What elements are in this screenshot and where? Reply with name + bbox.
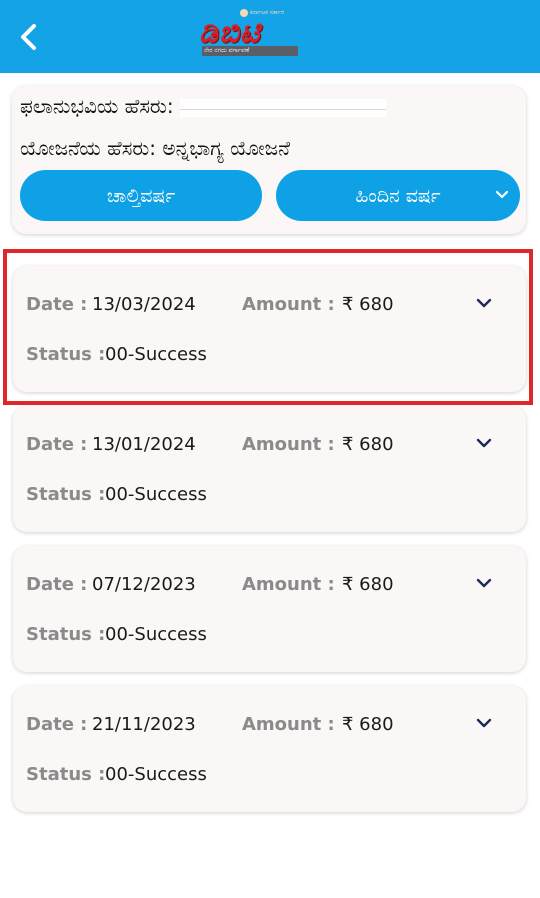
chevron-down-icon [476,718,492,728]
status-label: Status : [26,484,106,505]
payment-amount: ₹ 680 [342,574,394,595]
current-year-label: ಚಾಲ್ತಿವರ್ಷ [106,184,176,207]
chevron-down-icon [476,438,492,448]
payment-status: 00-Success [105,764,207,785]
redacted-name [179,98,386,117]
amount-label: Amount : [242,434,335,455]
beneficiary-name-label: ಫಲಾನುಭವಿಯ ಹೆಸರು: [20,94,174,118]
scheme-name-row: ಯೋಜನೆಯ ಹೆಸರು: ಅನ್ನಭಾಗ್ಯ ಯೋಜನೆ [20,136,290,160]
logo-text: ಡಿಬಿಟಿ [199,15,261,50]
payment-card[interactable]: Date : 07/12/2023 Amount : ₹ 680 Status … [13,546,526,672]
current-year-button[interactable]: ಚಾಲ್ತಿವರ್ಷ [20,170,262,221]
payment-status: 00-Success [105,624,207,645]
expand-button[interactable] [473,432,495,454]
date-label: Date : [26,714,88,735]
amount-label: Amount : [242,574,335,595]
app-header: ಕರ್ನಾಟಕ ಸರ್ಕಾರ ಡಿಬಿಟಿ ನೇರ ನಗದು ವರ್ಗಾವಣೆ [0,0,540,73]
payment-card[interactable]: Date : 13/01/2024 Amount : ₹ 680 Status … [13,406,526,532]
payment-date: 07/12/2023 [92,574,196,595]
chevron-left-icon [21,24,36,50]
chevron-down-icon [495,190,509,199]
status-label: Status : [26,764,106,785]
payment-amount: ₹ 680 [342,714,394,735]
highlight-box [3,249,533,405]
payment-date: 13/01/2024 [92,434,196,455]
date-label: Date : [26,574,88,595]
payment-date: 21/11/2023 [92,714,196,735]
previous-year-label: ಹಿಂದಿನ ವರ್ಷ [355,184,441,207]
beneficiary-card: ಫಲಾನುಭವಿಯ ಹೆಸರು: ಯೋಜನೆಯ ಹೆಸರು: ಅನ್ನಭಾಗ್ಯ… [12,86,526,234]
date-label: Date : [26,434,88,455]
scheme-name-label: ಯೋಜನೆಯ ಹೆಸರು: [20,136,157,160]
back-button[interactable] [14,22,44,52]
status-label: Status : [26,624,106,645]
payment-amount: ₹ 680 [342,434,394,455]
payment-card[interactable]: Date : 21/11/2023 Amount : ₹ 680 Status … [13,686,526,812]
scheme-name-value: ಅನ್ನಭಾಗ್ಯ ಯೋಜನೆ [162,136,291,160]
logo-subtitle: ನೇರ ನಗದು ವರ್ಗಾವಣೆ [204,47,250,54]
payment-status: 00-Success [105,484,207,505]
dbt-logo: ಕರ್ನಾಟಕ ಸರ್ಕಾರ ಡಿಬಿಟಿ ನೇರ ನಗದು ವರ್ಗಾವಣೆ [196,8,304,60]
expand-button[interactable] [473,572,495,594]
previous-year-button[interactable]: ಹಿಂದಿನ ವರ್ಷ [276,170,520,221]
beneficiary-name-row: ಫಲಾನುಭವಿಯ ಹೆಸರು: [20,94,386,118]
amount-label: Amount : [242,714,335,735]
chevron-down-icon [476,578,492,588]
expand-button[interactable] [473,712,495,734]
